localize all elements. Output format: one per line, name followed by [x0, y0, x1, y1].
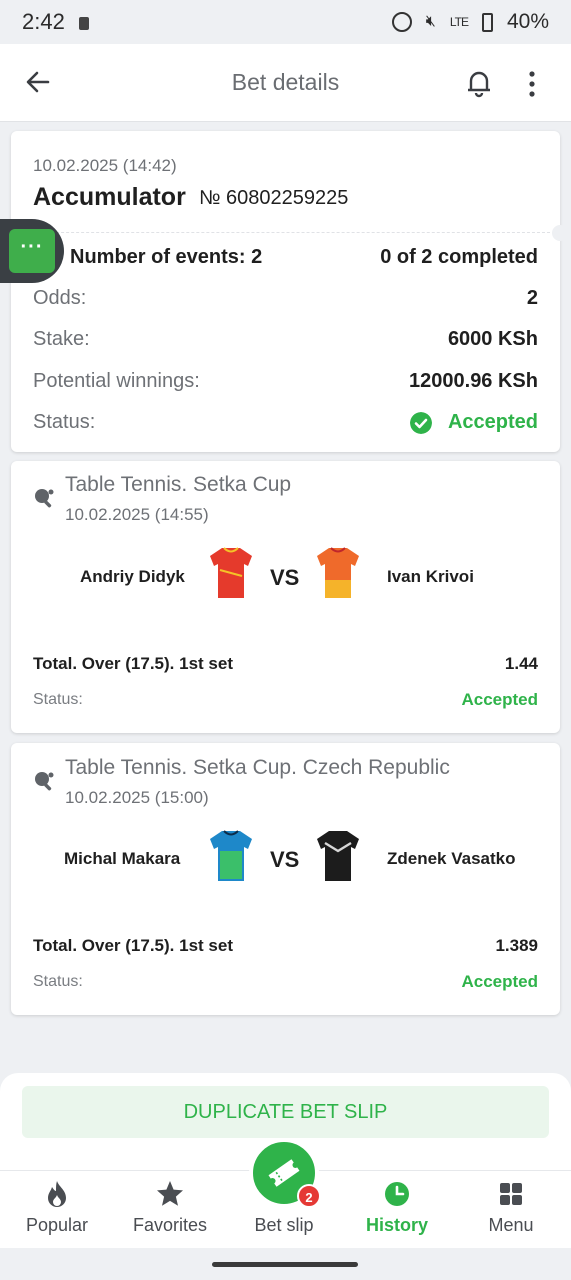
bet-date: 10.02.2025 (14:42) [33, 156, 177, 175]
fire-icon [48, 1181, 66, 1207]
event-date: 10.02.2025 (15:00) [65, 788, 209, 807]
app-bar: Bet details [0, 44, 571, 122]
bet-summary-card: 10.02.2025 (14:42) Accumulator № 6080225… [3, 131, 568, 452]
versus-label: VS [270, 847, 300, 872]
event-league: Table Tennis. Setka Cup. Czech Republic [65, 756, 450, 779]
event-market: Total. Over (17.5). 1st set [33, 654, 233, 673]
status-label: Status: [33, 411, 96, 433]
event-date: 10.02.2025 (14:55) [65, 505, 209, 524]
completed-count: 0 of 2 completed [380, 246, 538, 268]
duplicate-bet-slip-button[interactable]: DUPLICATE BET SLIP [22, 1086, 549, 1138]
table-tennis-icon [35, 489, 54, 508]
bet-number: № 60802259225 [199, 187, 349, 209]
nav-label: Favorites [132, 1215, 208, 1235]
team-home: Michal Makara [64, 849, 181, 868]
versus-label: VS [270, 565, 300, 590]
team-home-jersey-icon [210, 547, 252, 598]
mute-icon: 🔇︎ [425, 13, 436, 30]
stake-label: Stake: [33, 328, 90, 350]
bet-slip-badge: 2 [297, 1184, 321, 1208]
event-status: Accepted [461, 972, 538, 991]
signal-icon: LTE [449, 15, 469, 29]
bell-icon[interactable] [462, 66, 496, 100]
floating-menu-button[interactable]: ··· [9, 229, 55, 273]
nav-label: Bet slip [254, 1215, 314, 1235]
status-time: 2:42 [22, 9, 65, 34]
home-gesture-handle[interactable] [212, 1262, 358, 1267]
team-away-jersey-icon [317, 547, 359, 598]
clock-icon [385, 1182, 409, 1206]
odds-value: 2 [526, 287, 538, 309]
odds-label: Odds: [33, 287, 87, 309]
winnings-value: 12000.96 KSh [409, 370, 538, 392]
team-away-jersey-icon [317, 831, 359, 881]
divider [11, 232, 560, 233]
nav-label: Popular [25, 1215, 89, 1235]
event-status-label: Status: [33, 973, 83, 990]
status-bar: 2:42 🔇︎ LTE 40% [0, 0, 571, 44]
back-arrow-icon[interactable] [22, 66, 54, 98]
bet-type: Accumulator [33, 183, 186, 211]
event-card: Table Tennis. Setka Cup 10.02.2025 (14:5… [11, 461, 560, 733]
status-icons: 🔇︎ LTE 40% [391, 10, 549, 34]
lock-icon [78, 17, 89, 30]
team-home: Andriy Didyk [80, 567, 185, 586]
winnings-label: Potential winnings: [33, 370, 200, 392]
nav-item-popular[interactable]: Popular [0, 1179, 114, 1236]
event-status-label: Status: [33, 691, 83, 708]
event-status: Accepted [461, 690, 538, 709]
battery-icon [481, 12, 493, 32]
nav-item-favorites[interactable]: Favorites [113, 1179, 227, 1236]
floating-menu-tab[interactable]: ··· [0, 219, 64, 283]
team-away: Zdenek Vasatko [387, 849, 516, 868]
team-away: Ivan Krivoi [387, 567, 474, 586]
events-count: Number of events: 2 [70, 246, 263, 268]
nav-label: History [365, 1215, 428, 1235]
star-icon [157, 1181, 183, 1206]
bet-status: Accepted [447, 411, 538, 433]
team-home-jersey-icon [210, 830, 252, 881]
nav-label: Menu [488, 1215, 534, 1235]
divider-notch [552, 225, 568, 241]
ticket-icon [268, 1159, 300, 1187]
table-tennis-icon [35, 772, 54, 791]
event-league: Table Tennis. Setka Cup [65, 473, 292, 496]
grid-icon [500, 1183, 522, 1205]
nav-item-menu[interactable]: Menu [454, 1179, 568, 1236]
event-odds: 1.44 [504, 654, 538, 673]
more-vertical-icon[interactable] [520, 70, 544, 98]
battery-percent: 40% [506, 10, 549, 33]
data-saver-icon [391, 12, 412, 32]
gesture-bar-area [0, 1248, 571, 1280]
event-odds: 1.389 [495, 936, 538, 955]
stake-value: 6000 KSh [447, 328, 538, 350]
nav-item-history[interactable]: History [340, 1179, 454, 1236]
event-card: Table Tennis. Setka Cup. Czech Republic … [11, 743, 560, 1015]
check-circle-icon [410, 412, 432, 434]
event-market: Total. Over (17.5). 1st set [33, 936, 233, 955]
